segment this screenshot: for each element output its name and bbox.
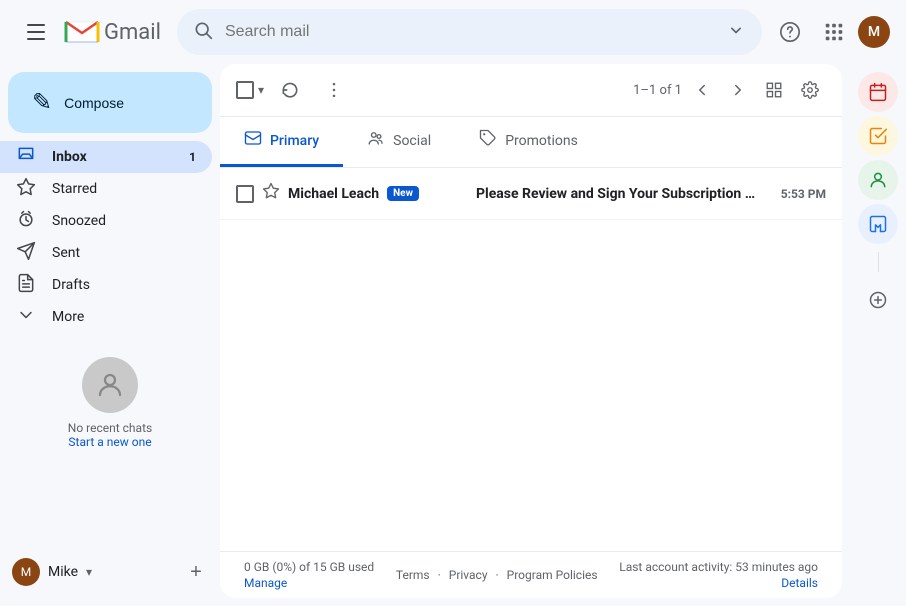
next-page-button[interactable] xyxy=(722,74,754,106)
chat-section: No recent chats Start a new one xyxy=(0,349,220,457)
no-chats-text: No recent chats xyxy=(68,421,152,435)
snoozed-icon xyxy=(16,209,36,234)
calendar-button[interactable] xyxy=(858,72,898,112)
account-name: Mike xyxy=(48,564,78,580)
storage-section: 0 GB (0%) of 15 GB used Manage xyxy=(244,560,374,590)
drafts-icon xyxy=(16,273,36,298)
avatar[interactable]: M xyxy=(858,16,890,48)
email-sender: Michael Leach New xyxy=(288,186,468,202)
select-all-area: ▾ xyxy=(236,81,264,99)
right-sidebar xyxy=(850,64,906,606)
primary-tab-icon xyxy=(244,129,262,152)
sent-icon xyxy=(16,241,36,266)
compose-button[interactable]: ✎ Compose xyxy=(8,72,212,133)
tab-social-label: Social xyxy=(393,133,431,149)
tab-primary[interactable]: Primary xyxy=(220,117,343,167)
toolbar-right: 1–1 of 1 xyxy=(633,74,826,106)
page-info: 1–1 of 1 xyxy=(633,83,682,98)
new-badge: New xyxy=(387,186,419,201)
start-chat-link[interactable]: Start a new one xyxy=(68,435,151,449)
star-icon xyxy=(16,177,36,202)
apps-button[interactable] xyxy=(814,12,854,52)
tab-social[interactable]: Social xyxy=(343,117,455,167)
topbar: Gmail M xyxy=(0,0,906,64)
more-options-button[interactable] xyxy=(316,72,352,108)
program-policies-link[interactable]: Program Policies xyxy=(507,568,598,582)
inbox-icon xyxy=(16,145,36,170)
tasks-button[interactable] xyxy=(858,116,898,156)
sidebar-item-sent[interactable]: Sent xyxy=(0,237,212,269)
terms-link[interactable]: Terms xyxy=(396,568,430,582)
tab-primary-label: Primary xyxy=(270,133,319,149)
divider xyxy=(878,252,879,272)
gmail-wordmark: Gmail xyxy=(104,20,161,45)
drafts-label: Drafts xyxy=(52,277,90,293)
sidebar-item-drafts[interactable]: Drafts xyxy=(0,269,212,301)
menu-button[interactable] xyxy=(16,12,56,52)
social-tab-icon xyxy=(367,129,385,152)
category-tabs: Primary Social Promotions xyxy=(220,117,842,168)
refresh-button[interactable] xyxy=(272,72,308,108)
more-label: More xyxy=(52,309,84,325)
keep-button[interactable] xyxy=(858,204,898,244)
sent-label: Sent xyxy=(52,245,80,261)
search-dropdown-icon[interactable] xyxy=(726,20,746,45)
sidebar: ✎ Compose Inbox 1 Starred xyxy=(0,64,220,606)
activity-section: Last account activity: 53 minutes ago De… xyxy=(619,560,818,590)
account-avatar: M xyxy=(12,558,40,586)
footer-links: Terms · Privacy · Program Policies xyxy=(396,568,598,582)
last-activity: Last account activity: 53 minutes ago xyxy=(619,560,818,574)
email-time: 5:53 PM xyxy=(766,187,826,201)
topbar-right: M xyxy=(770,12,890,52)
content-area: ▾ 1–1 of 1 xyxy=(220,64,842,598)
email-list: Michael Leach New Please Review and Sign… xyxy=(220,168,842,551)
select-dropdown-icon[interactable]: ▾ xyxy=(258,83,264,97)
compose-label: Compose xyxy=(64,95,124,111)
pagination-nav xyxy=(686,74,754,106)
chat-avatar-placeholder xyxy=(82,357,138,413)
account-section: M Mike ▾ + xyxy=(0,546,220,598)
gmail-logo: Gmail xyxy=(64,18,161,46)
sidebar-item-snoozed[interactable]: Snoozed xyxy=(0,205,212,237)
star-toggle-icon[interactable] xyxy=(262,182,280,205)
add-addon-button[interactable] xyxy=(858,280,898,320)
snoozed-label: Snoozed xyxy=(52,213,106,229)
privacy-link[interactable]: Privacy xyxy=(449,568,488,582)
sidebar-item-starred[interactable]: Starred xyxy=(0,173,212,205)
search-input[interactable] xyxy=(225,23,714,41)
layout-button[interactable] xyxy=(758,74,790,106)
sidebar-item-more[interactable]: More xyxy=(0,301,212,333)
details-link[interactable]: Details xyxy=(781,576,818,590)
sidebar-item-inbox[interactable]: Inbox 1 xyxy=(0,141,212,173)
account-row[interactable]: M Mike ▾ + xyxy=(12,554,208,590)
table-row[interactable]: Michael Leach New Please Review and Sign… xyxy=(220,168,842,220)
inbox-label: Inbox xyxy=(52,149,87,165)
hamburger-icon xyxy=(27,24,45,40)
account-dropdown-icon: ▾ xyxy=(86,565,92,579)
tab-promotions[interactable]: Promotions xyxy=(455,117,602,167)
email-checkbox[interactable] xyxy=(236,185,254,203)
more-icon xyxy=(16,305,36,330)
select-all-checkbox[interactable] xyxy=(236,81,254,99)
inbox-badge: 1 xyxy=(189,150,196,164)
manage-link[interactable]: Manage xyxy=(244,576,374,590)
email-subject: Please Review and Sign Your Subscription… xyxy=(476,186,758,202)
gmail-logo-svg xyxy=(64,18,100,46)
add-account-button[interactable]: + xyxy=(184,560,208,584)
search-bar xyxy=(177,9,762,55)
prev-page-button[interactable] xyxy=(686,74,718,106)
email-toolbar: ▾ 1–1 of 1 xyxy=(220,64,842,117)
promotions-tab-icon xyxy=(479,129,497,152)
settings-button[interactable] xyxy=(794,74,826,106)
storage-info: 0 GB (0%) of 15 GB used xyxy=(244,560,374,574)
compose-icon: ✎ xyxy=(32,88,52,117)
contacts-button[interactable] xyxy=(858,160,898,200)
tab-promotions-label: Promotions xyxy=(505,133,578,149)
starred-label: Starred xyxy=(52,181,97,197)
search-icon xyxy=(193,20,213,45)
footer: 0 GB (0%) of 15 GB used Manage Terms · P… xyxy=(220,551,842,598)
help-button[interactable] xyxy=(770,12,810,52)
